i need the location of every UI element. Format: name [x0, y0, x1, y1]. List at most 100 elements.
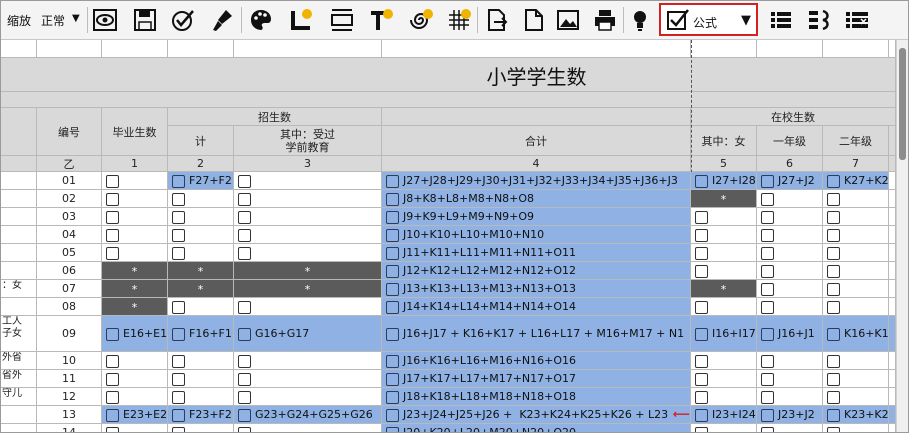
cell-checkbox[interactable]	[106, 192, 119, 206]
grid-cell[interactable]	[889, 172, 896, 190]
cell-checkbox[interactable]	[827, 210, 840, 224]
grid-cell[interactable]	[757, 388, 823, 406]
cell-checkbox[interactable]	[827, 264, 840, 278]
grid-cell[interactable]	[691, 388, 757, 406]
grid-cell[interactable]: J11+K11+L11+M11+N11+O11	[382, 244, 691, 262]
grid-cell[interactable]	[168, 208, 234, 226]
cell-checkbox[interactable]	[238, 327, 251, 341]
lightbulb-icon[interactable]	[624, 4, 656, 36]
cell-checkbox[interactable]	[695, 300, 708, 314]
grid-cell[interactable]	[102, 208, 168, 226]
grid-cell[interactable]	[102, 244, 168, 262]
grid-cell[interactable]: J10+K10+L10+M10+N10	[382, 226, 691, 244]
grid-cell[interactable]	[823, 244, 889, 262]
row-height-icon[interactable]	[326, 4, 358, 36]
cell-checkbox[interactable]	[386, 327, 399, 341]
palette-icon[interactable]	[245, 4, 277, 36]
cell-checkbox[interactable]	[695, 174, 708, 188]
grid-cell[interactable]	[691, 208, 757, 226]
grid-cell[interactable]	[102, 424, 168, 432]
grid-cell[interactable]	[823, 298, 889, 316]
grid-cell[interactable]	[234, 388, 382, 406]
grid-cell[interactable]: K27+K2	[823, 172, 889, 190]
grid-cell[interactable]: K16+K1	[823, 316, 889, 352]
cell[interactable]	[757, 40, 823, 58]
cell-checkbox[interactable]	[827, 372, 840, 386]
cell[interactable]	[234, 40, 382, 58]
cell[interactable]	[102, 40, 168, 58]
grid-cell[interactable]: *	[234, 262, 382, 280]
cell-checkbox[interactable]	[106, 327, 119, 341]
grid-cell[interactable]: J20+K20+L20+M20+N20+O20	[382, 424, 691, 432]
grid-cell[interactable]	[889, 262, 896, 280]
cell-checkbox[interactable]	[238, 246, 251, 260]
grid-cell[interactable]: I23+I24	[691, 406, 757, 424]
cell-checkbox[interactable]	[761, 300, 774, 314]
cell-checkbox[interactable]	[761, 354, 774, 368]
grid-cell[interactable]: E16+E1	[102, 316, 168, 352]
grid-cell[interactable]	[691, 226, 757, 244]
grid-cell[interactable]	[823, 352, 889, 370]
cell-checkbox[interactable]	[695, 390, 708, 404]
grid-cell[interactable]: I27+I28	[691, 172, 757, 190]
cell-checkbox[interactable]	[106, 246, 119, 260]
grid-cell[interactable]	[691, 298, 757, 316]
grid-cell[interactable]	[823, 280, 889, 298]
grid-cell[interactable]	[889, 190, 896, 208]
grid-cell[interactable]	[889, 388, 896, 406]
grid-cell[interactable]	[234, 352, 382, 370]
cell-checkbox[interactable]	[386, 390, 399, 404]
grid-cell[interactable]	[234, 208, 382, 226]
grid-cell[interactable]: J23+J24+J25+J26 + K23+K24+K25+K26 + L23 ⟵	[382, 406, 691, 424]
cell-checkbox[interactable]	[172, 354, 185, 368]
grid-cell[interactable]	[889, 208, 896, 226]
sort-icon[interactable]	[803, 4, 835, 36]
cell-checkbox[interactable]	[761, 246, 774, 260]
grid-cell[interactable]: J18+K18+L18+M18+N18+O18	[382, 388, 691, 406]
cell-checkbox[interactable]	[238, 354, 251, 368]
cell-checkbox[interactable]	[386, 246, 399, 260]
grid-cell[interactable]	[757, 352, 823, 370]
zoom-select[interactable]: 正常	[41, 12, 65, 29]
grid-cell[interactable]	[168, 424, 234, 432]
cell-checkbox[interactable]	[695, 372, 708, 386]
grid-cell[interactable]	[234, 424, 382, 432]
grid-cell[interactable]	[234, 172, 382, 190]
cell-checkbox[interactable]	[761, 228, 774, 242]
grid-cell[interactable]	[823, 190, 889, 208]
grid-cell[interactable]	[823, 208, 889, 226]
cell-checkbox[interactable]	[386, 228, 399, 242]
grid-cell[interactable]	[757, 244, 823, 262]
cell-checkbox[interactable]	[761, 282, 774, 296]
cell-checkbox[interactable]	[827, 228, 840, 242]
grid-cell[interactable]: J9+K9+L9+M9+N9+O9	[382, 208, 691, 226]
grid-cell[interactable]	[757, 262, 823, 280]
grid-cell[interactable]: *	[102, 280, 168, 298]
mode-select[interactable]: 公式 ▼	[659, 3, 758, 36]
grid-cell[interactable]: *	[691, 280, 757, 298]
cell-checkbox[interactable]	[106, 210, 119, 224]
save-icon[interactable]	[129, 4, 161, 36]
grid-cell[interactable]: K23+K2	[823, 406, 889, 424]
cell-checkbox[interactable]	[238, 192, 251, 206]
grid-cell[interactable]	[168, 388, 234, 406]
cell[interactable]	[823, 40, 889, 58]
grid-cell[interactable]	[102, 190, 168, 208]
grid-cell[interactable]	[234, 370, 382, 388]
cell-checkbox[interactable]	[386, 192, 399, 206]
grid-cell[interactable]	[757, 280, 823, 298]
cell-checkbox[interactable]	[761, 372, 774, 386]
cell-checkbox[interactable]	[172, 408, 185, 422]
cell-checkbox[interactable]	[761, 408, 774, 422]
grid-cell[interactable]	[889, 352, 896, 370]
cell-checkbox[interactable]	[695, 210, 708, 224]
printer-icon[interactable]	[589, 4, 621, 36]
cell-checkbox[interactable]	[172, 372, 185, 386]
cell[interactable]	[37, 40, 102, 58]
grid-cell[interactable]	[691, 370, 757, 388]
grid-cell[interactable]	[757, 226, 823, 244]
grid-cell[interactable]: *	[168, 262, 234, 280]
cell-checkbox[interactable]	[386, 426, 399, 432]
grid-cell[interactable]: F23+F2	[168, 406, 234, 424]
grid-cell[interactable]	[889, 424, 896, 432]
